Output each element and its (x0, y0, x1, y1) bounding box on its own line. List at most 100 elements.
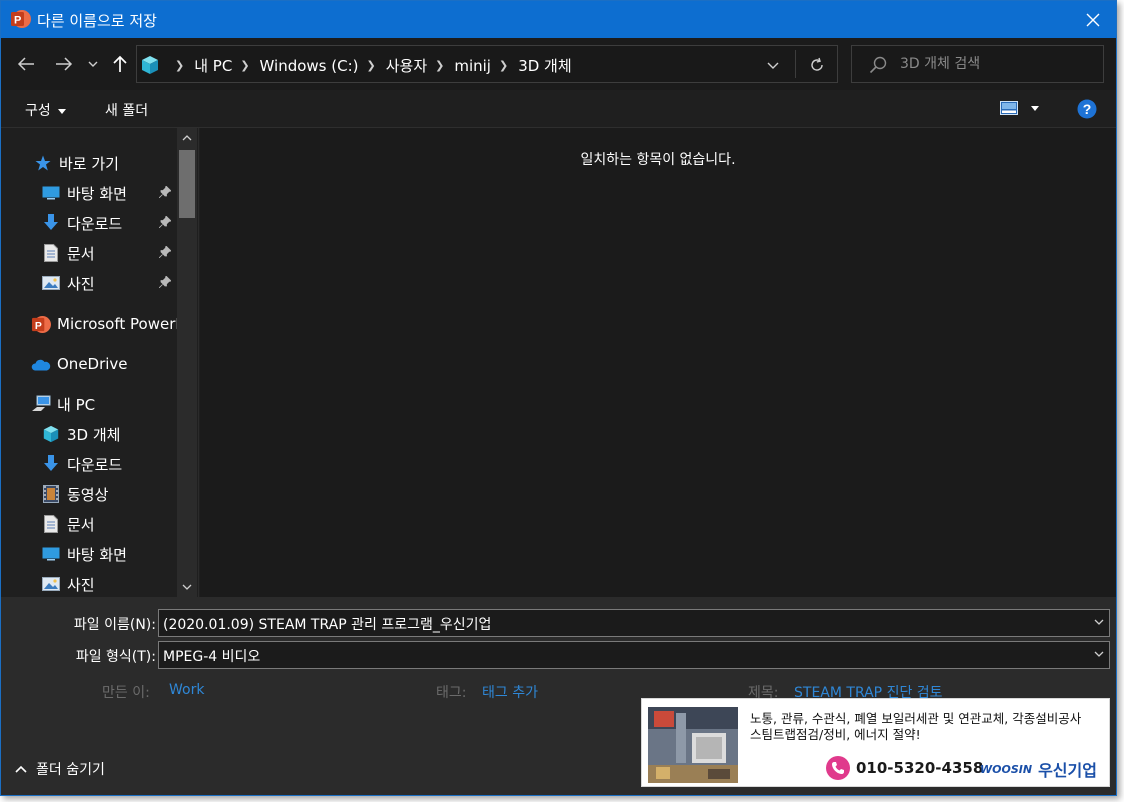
search-input[interactable] (900, 54, 1095, 74)
sidebar-item-label: 다운로드 (67, 455, 123, 474)
svg-text:P: P (14, 15, 21, 27)
sidebar-item-pictures[interactable]: 사진 (41, 271, 177, 295)
brand-logo-text: WOOSIN (980, 762, 1033, 776)
sidebar-item-label: 사진 (67, 575, 95, 594)
powerpoint-icon: P (31, 314, 51, 334)
address-bar[interactable]: ❯ 내 PC ❯ Windows (C:) ❯ 사용자 ❯ minij ❯ 3D… (136, 45, 838, 83)
search-box[interactable] (851, 45, 1104, 83)
chevron-up-icon (182, 135, 192, 141)
breadcrumb-users[interactable]: 사용자 (386, 55, 427, 76)
chevron-down-icon (182, 584, 192, 590)
close-icon (1086, 13, 1100, 26)
refresh-icon (811, 57, 823, 71)
ad-phone[interactable]: 010-5320-4358 (826, 756, 983, 780)
filename-field[interactable]: (2020.01.09) STEAM TRAP 관리 프로그램_우신기업 (158, 609, 1110, 637)
sidebar-item-quick-access[interactable]: 바로 가기 (33, 151, 177, 175)
sidebar-item-documents[interactable]: 문서 (41, 241, 177, 265)
sidebar-item-label: 다운로드 (67, 214, 123, 233)
ad-banner[interactable]: 노통, 관류, 수관식, 폐열 보일러세관 및 연관교체, 각종설비공사 스팀트… (641, 698, 1110, 787)
svg-text:?: ? (1083, 101, 1092, 117)
download-icon (41, 213, 61, 233)
help-button[interactable]: ? (1077, 99, 1097, 123)
address-divider (795, 50, 796, 78)
arrow-up-icon (113, 55, 127, 72)
filetype-select[interactable]: MPEG-4 비디오 (158, 641, 1110, 669)
chevron-down-icon[interactable] (1093, 616, 1105, 628)
address-history-dropdown[interactable] (761, 55, 785, 75)
breadcrumb-separator-icon: ❯ (435, 59, 445, 72)
authors-value[interactable]: Work (169, 682, 204, 698)
ad-brand: WOOSIN 우신기업 (980, 757, 1097, 781)
breadcrumb-windows-c[interactable]: Windows (C:) (260, 57, 359, 75)
tags-value[interactable]: 태그 추가 (482, 682, 538, 702)
sidebar-item-label: 문서 (67, 515, 95, 534)
file-list[interactable]: 일치하는 항목이 없습니다. (200, 128, 1116, 597)
sidebar-scrollbar[interactable] (177, 128, 197, 597)
new-folder-button[interactable]: 새 폴더 (105, 100, 148, 120)
breadcrumb-separator-icon: ❯ (366, 59, 376, 72)
up-button[interactable] (108, 52, 132, 76)
back-button[interactable] (14, 52, 38, 76)
empty-message: 일치하는 항목이 없습니다. (580, 152, 736, 168)
command-toolbar: 구성 새 폴더 ? (1, 90, 1116, 128)
breadcrumb-separator-icon: ❯ (498, 59, 509, 72)
window-title: 다른 이름으로 저장 (37, 12, 157, 30)
chevron-up-icon (15, 765, 27, 773)
sidebar-item-pc-desktop[interactable]: 바탕 화면 (41, 542, 177, 566)
sidebar-item-label: 사진 (67, 274, 95, 293)
ad-description: 노통, 관류, 수관식, 폐열 보일러세관 및 연관교체, 각종설비공사 스팀트… (750, 711, 1106, 743)
breadcrumb-this-pc[interactable]: 내 PC (194, 55, 232, 76)
breadcrumb-separator-icon: ❯ (240, 59, 250, 72)
chevron-down-icon (88, 61, 98, 67)
sidebar-item-pc-downloads[interactable]: 다운로드 (41, 452, 177, 476)
close-button[interactable] (1070, 1, 1116, 38)
hide-folders-label: 폴더 숨기기 (36, 762, 105, 778)
sidebar-item-onedrive[interactable]: OneDrive (31, 352, 177, 376)
ad-phone-number: 010-5320-4358 (856, 759, 984, 777)
pictures-icon (41, 574, 61, 594)
breadcrumb-3d-objects[interactable]: 3D 개체 (518, 55, 571, 76)
sidebar-item-powerpoint[interactable]: P Microsoft PowerPoint (31, 312, 177, 336)
sidebar-item-pc-pictures[interactable]: 사진 (41, 572, 177, 596)
scroll-thumb[interactable] (179, 150, 195, 218)
recent-locations-button[interactable] (83, 52, 103, 76)
sidebar-item-pc-documents[interactable]: 문서 (41, 512, 177, 536)
change-view-button[interactable] (1000, 101, 1039, 115)
refresh-button[interactable] (803, 52, 831, 78)
organize-label: 구성 (25, 103, 51, 119)
breadcrumb-minij[interactable]: minij (454, 57, 491, 75)
help-icon: ? (1077, 99, 1097, 119)
navigation-bar: ❯ 내 PC ❯ Windows (C:) ❯ 사용자 ❯ minij ❯ 3D… (1, 38, 1116, 90)
chevron-down-icon[interactable] (1093, 648, 1105, 660)
document-icon (41, 514, 61, 534)
caret-down-icon (58, 108, 67, 114)
sidebar-item-3d-objects[interactable]: 3D 개체 (41, 422, 177, 446)
sidebar-item-label: 동영상 (67, 485, 109, 504)
videos-icon (41, 484, 61, 504)
hide-folders-button[interactable]: 폴더 숨기기 (15, 759, 105, 779)
download-icon (41, 454, 61, 474)
pin-icon (159, 246, 171, 258)
pin-icon (159, 216, 171, 228)
sidebar-item-desktop[interactable]: 바탕 화면 (41, 181, 177, 205)
sidebar-item-label: 바로 가기 (59, 154, 119, 173)
caret-down-icon (1031, 105, 1039, 111)
sidebar-item-downloads[interactable]: 다운로드 (41, 211, 177, 235)
scroll-up-button[interactable] (177, 128, 197, 148)
sidebar-item-videos[interactable]: 동영상 (41, 482, 177, 506)
star-icon (33, 153, 53, 173)
boiler-photo (648, 707, 738, 783)
filetype-label: 파일 형식(T): (75, 649, 156, 665)
phone-icon (826, 756, 850, 780)
scroll-down-button[interactable] (177, 577, 197, 597)
sidebar-item-label: 문서 (67, 244, 95, 263)
ad-line-2: 스팀트랩점검/정비, 에너지 절약! (750, 727, 921, 742)
sidebar-item-this-pc[interactable]: 내 PC (31, 392, 177, 416)
organize-button[interactable]: 구성 (25, 100, 67, 120)
svg-text:P: P (35, 320, 42, 331)
chevron-down-icon (767, 62, 779, 69)
forward-button[interactable] (52, 52, 76, 76)
desktop-icon (41, 183, 61, 203)
onedrive-icon (31, 354, 51, 374)
filetype-value: MPEG-4 비디오 (163, 649, 261, 665)
